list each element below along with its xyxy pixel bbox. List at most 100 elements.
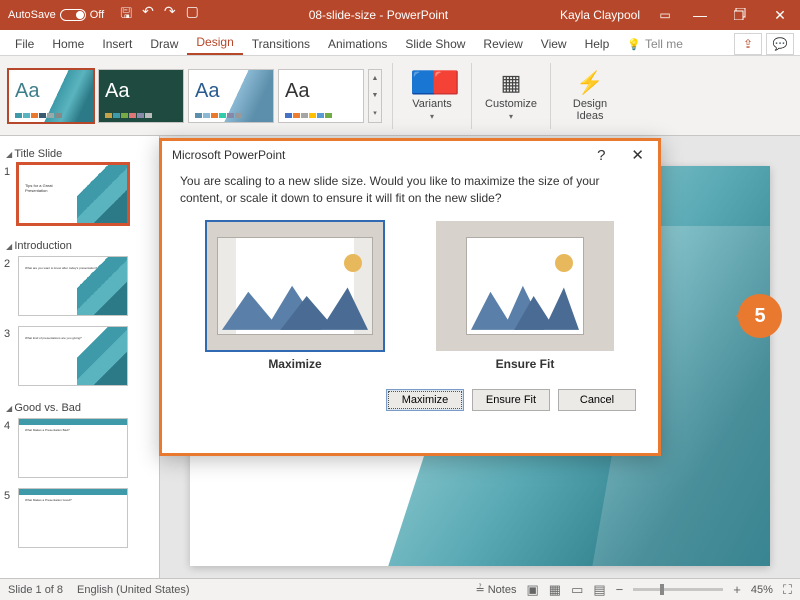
variants-label: Variants [412, 98, 452, 110]
tab-insert[interactable]: Insert [93, 32, 141, 55]
zoom-in-button[interactable]: + [733, 582, 741, 597]
separator [392, 63, 393, 129]
section-header[interactable]: Good vs. Bad [4, 396, 155, 418]
option-maximize[interactable]: Maximize [206, 221, 384, 371]
tab-design[interactable]: Design [187, 30, 242, 55]
option-maximize-label: Maximize [206, 357, 384, 371]
separator [471, 63, 472, 129]
quick-access-toolbar: 🖫 ↶ ↷ ▢ [112, 3, 207, 27]
window-title: 08-slide-size - PowerPoint [207, 8, 550, 22]
maximize-button[interactable]: Maximize [386, 389, 464, 411]
sorter-view-icon[interactable]: ▦ [549, 582, 561, 598]
variants-icon: 🟦🟥 [411, 70, 454, 96]
theme-thumbnail[interactable]: Aa [8, 69, 94, 123]
customize-label: Customize [485, 98, 537, 110]
notes-label: Notes [488, 584, 517, 596]
start-slideshow-icon[interactable]: ▢ [186, 3, 199, 27]
slide-thumbnail[interactable]: What kind of presentations are you givin… [18, 326, 128, 386]
dialog-close-button[interactable]: ✕ [627, 146, 648, 164]
theme-sample-text: Aa [15, 80, 39, 103]
variants-button[interactable]: 🟦🟥 Variants ▾ [403, 70, 461, 121]
tab-draw[interactable]: Draw [141, 32, 187, 55]
slide-thumbnail[interactable]: Tips for a GreatPresentation [18, 164, 128, 224]
tab-slideshow[interactable]: Slide Show [396, 32, 474, 55]
thumb-text: What Makes a Presentation Bad? [25, 429, 70, 433]
tab-transitions[interactable]: Transitions [243, 32, 319, 55]
title-bar: AutoSave Off 🖫 ↶ ↷ ▢ 08-slide-size - Pow… [0, 0, 800, 30]
slide-number: 4 [4, 418, 14, 432]
zoom-level[interactable]: 45% [751, 584, 773, 596]
tell-me-label: Tell me [645, 37, 683, 51]
user-name[interactable]: Kayla Claypool [550, 8, 650, 22]
ribbon-tabs: File Home Insert Draw Design Transitions… [0, 30, 800, 56]
customize-button[interactable]: ▦ Customize ▾ [482, 70, 540, 121]
restore-icon[interactable] [720, 7, 760, 23]
language-status[interactable]: English (United States) [77, 584, 190, 596]
status-bar: Slide 1 of 8 English (United States) ≟ N… [0, 578, 800, 600]
option-ensure-fit-label: Ensure Fit [436, 357, 614, 371]
slide-thumbnail[interactable]: What Makes a Presentation Good? [18, 488, 128, 548]
slide-panel[interactable]: Title Slide 1 Tips for a GreatPresentati… [0, 136, 160, 578]
separator [550, 63, 551, 129]
dialog-title-bar: Microsoft PowerPoint ? ✕ [162, 141, 658, 169]
minimize-icon[interactable]: — [680, 7, 720, 23]
design-ideas-label: Design Ideas [561, 98, 619, 122]
toggle-icon [60, 9, 86, 21]
theme-sample-text: Aa [285, 80, 309, 103]
dialog-help-button[interactable]: ? [593, 147, 609, 164]
save-icon[interactable]: 🖫 [120, 3, 132, 27]
tab-view[interactable]: View [532, 32, 576, 55]
dialog-message: You are scaling to a new slide size. Wou… [180, 173, 640, 207]
share-button[interactable]: ⇪ [734, 33, 762, 55]
chevron-down-icon: ▾ [509, 112, 513, 121]
theme-thumbnail[interactable]: Aa [278, 69, 364, 123]
redo-icon[interactable]: ↷ [164, 3, 176, 27]
tab-review[interactable]: Review [474, 32, 531, 55]
notes-button[interactable]: ≟ Notes [475, 583, 516, 596]
slide-thumbnail[interactable]: What are you want to know after today's … [18, 256, 128, 316]
tab-file[interactable]: File [6, 32, 43, 55]
chevron-down-icon: ▾ [430, 112, 434, 121]
ribbon-options-icon[interactable]: ▭ [650, 8, 680, 22]
sun-icon [555, 254, 573, 272]
annotation-callout: 5 [738, 294, 782, 338]
slide-number: 3 [4, 326, 14, 340]
customize-icon: ▦ [501, 70, 522, 96]
slide-thumbnail[interactable]: What Makes a Presentation Bad? [18, 418, 128, 478]
comments-button[interactable]: 💬 [766, 33, 794, 55]
slide-counter[interactable]: Slide 1 of 8 [8, 584, 63, 596]
theme-sample-text: Aa [105, 80, 129, 103]
tell-me-search[interactable]: Tell me [618, 32, 692, 55]
tab-animations[interactable]: Animations [319, 32, 396, 55]
autosave-toggle[interactable]: AutoSave Off [0, 9, 112, 21]
design-ideas-icon: ⚡ [576, 70, 603, 96]
slide-size-dialog: Microsoft PowerPoint ? ✕ You are scaling… [159, 138, 661, 456]
autosave-label: AutoSave [8, 9, 56, 21]
slideshow-view-icon[interactable]: ▤ [593, 582, 605, 598]
section-header[interactable]: Title Slide [4, 142, 155, 164]
design-ideas-button[interactable]: ⚡ Design Ideas [561, 70, 619, 122]
callout-number: 5 [754, 305, 765, 328]
undo-icon[interactable]: ↶ [142, 3, 154, 27]
theme-sample-text: Aa [195, 80, 219, 103]
theme-thumbnail[interactable]: Aa [188, 69, 274, 123]
sun-icon [344, 254, 362, 272]
reading-view-icon[interactable]: ▭ [571, 582, 583, 598]
ensure-fit-button[interactable]: Ensure Fit [472, 389, 550, 411]
zoom-slider[interactable] [633, 588, 723, 591]
autosave-state: Off [90, 9, 104, 21]
option-ensure-fit[interactable]: Ensure Fit [436, 221, 614, 371]
cancel-button[interactable]: Cancel [558, 389, 636, 411]
close-icon[interactable]: ✕ [760, 7, 800, 24]
themes-more-button[interactable]: ▲▼▾ [368, 69, 382, 123]
slide-number: 1 [4, 164, 14, 178]
fit-window-icon[interactable]: ⛶ [783, 582, 792, 598]
tab-help[interactable]: Help [576, 32, 619, 55]
tab-home[interactable]: Home [43, 32, 93, 55]
theme-thumbnail[interactable]: Aa [98, 69, 184, 123]
zoom-out-button[interactable]: − [616, 582, 624, 597]
normal-view-icon[interactable]: ▣ [526, 582, 538, 598]
slide-number: 5 [4, 488, 14, 502]
thumb-text: Presentation [25, 188, 47, 193]
section-header[interactable]: Introduction [4, 234, 155, 256]
